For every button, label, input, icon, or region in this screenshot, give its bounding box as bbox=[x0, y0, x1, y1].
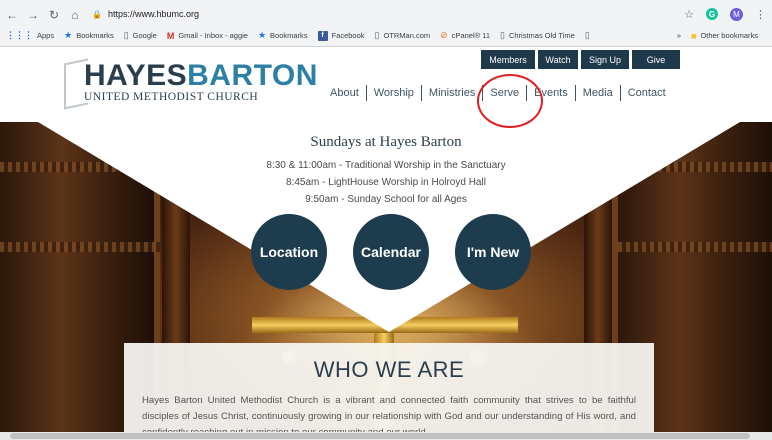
watch-button[interactable]: Watch bbox=[538, 50, 578, 69]
nav-events[interactable]: Events bbox=[527, 87, 575, 99]
bookmark-item[interactable]: ⋮⋮⋮ Apps bbox=[6, 30, 54, 41]
bookmark-label: OTRMan.com bbox=[383, 31, 431, 40]
main-nav: About Worship Ministries Serve Events Me… bbox=[323, 85, 673, 101]
scrollbar-thumb[interactable] bbox=[10, 433, 750, 439]
url-text[interactable]: https://www.hbumc.org bbox=[108, 9, 199, 19]
folder-icon: ■ bbox=[691, 30, 697, 41]
who-we-are-title: WHO WE ARE bbox=[313, 357, 465, 382]
gmail-icon: M bbox=[166, 30, 175, 41]
bookmark-item[interactable]: ★ Bookmarks bbox=[258, 30, 308, 41]
page-icon: ▯ bbox=[374, 30, 380, 40]
utility-nav: Members Watch Sign Up Give bbox=[481, 50, 680, 69]
hero-section: Sundays at Hayes Barton 8:30 & 11:00am -… bbox=[0, 122, 772, 440]
page-icon: ▯ bbox=[584, 30, 590, 40]
bookmark-item[interactable]: ▯ bbox=[585, 30, 594, 41]
nav-ministries[interactable]: Ministries bbox=[422, 87, 482, 99]
lock-icon: 🔒 bbox=[92, 9, 102, 19]
page-icon: ▯ bbox=[500, 30, 505, 40]
bookmark-label: Google bbox=[132, 31, 157, 40]
service-time-line: 9:50am - Sunday School for all Ages bbox=[305, 194, 467, 205]
apps-grid-icon: ⋮⋮⋮ bbox=[6, 30, 33, 40]
church-logo[interactable]: HAYESBARTON UNITED METHODIST CHURCH bbox=[64, 57, 317, 112]
hero-title: Sundays at Hayes Barton bbox=[310, 134, 462, 150]
members-button[interactable]: Members bbox=[481, 50, 535, 69]
address-bar[interactable]: 🔒 https://www.hbumc.org bbox=[92, 4, 692, 24]
site-header: HAYESBARTON UNITED METHODIST CHURCH Memb… bbox=[0, 47, 772, 122]
bookmarks-overflow-button[interactable]: » bbox=[677, 31, 681, 40]
bookmark-item[interactable]: ▯ Google bbox=[124, 30, 157, 41]
horizontal-scrollbar[interactable] bbox=[0, 432, 772, 440]
other-bookmarks-folder[interactable]: ■ Other bookmarks bbox=[691, 31, 758, 41]
star-icon: ★ bbox=[64, 30, 73, 40]
facebook-icon: f bbox=[317, 30, 328, 41]
im-new-button[interactable]: I'm New bbox=[455, 214, 531, 290]
calendar-button[interactable]: Calendar bbox=[353, 214, 429, 290]
browser-toolbar: ← → ↻ ⌂ 🔒 https://www.hbumc.org ☆ G M ⋮ bbox=[0, 4, 772, 26]
sign-up-button[interactable]: Sign Up bbox=[581, 50, 629, 69]
bookmark-item[interactable]: ▯ OTRMan.com bbox=[375, 30, 431, 41]
cpanel-icon: ⊘ bbox=[440, 30, 448, 40]
service-time-line: 8:45am - LightHouse Worship in Holroyd H… bbox=[286, 177, 486, 188]
bookmark-item[interactable]: f Facebook bbox=[317, 30, 365, 41]
bookmark-star-icon[interactable]: ☆ bbox=[684, 8, 694, 21]
logo-subtitle: UNITED METHODIST CHURCH bbox=[84, 91, 259, 103]
bookmark-item[interactable]: ▯ Christmas Old Time bbox=[500, 30, 575, 41]
nav-serve[interactable]: Serve bbox=[483, 87, 526, 99]
bookmark-label: Facebook bbox=[331, 31, 365, 40]
nav-about[interactable]: About bbox=[323, 87, 366, 99]
bookmarks-bar: ⋮⋮⋮ Apps ★ Bookmarks ▯ Google M Gmail - Inbox -… bbox=[0, 25, 772, 46]
star-icon: ★ bbox=[257, 30, 267, 40]
bookmark-label: Apps bbox=[37, 31, 55, 40]
who-we-are-section: WHO WE ARE Hayes Barton United Methodist… bbox=[124, 343, 654, 440]
nav-contact[interactable]: Contact bbox=[621, 87, 673, 99]
website-viewport: HAYESBARTON UNITED METHODIST CHURCH Memb… bbox=[0, 47, 772, 440]
reload-icon[interactable]: ↻ bbox=[45, 6, 63, 24]
forward-arrow-icon[interactable]: → bbox=[24, 6, 42, 24]
bookmark-label: Gmail - Inbox - aggie bbox=[178, 31, 248, 40]
back-arrow-icon[interactable]: ← bbox=[3, 6, 21, 24]
bookmark-item[interactable]: ★ Bookmarks bbox=[64, 30, 114, 41]
page-icon: ▯ bbox=[123, 30, 129, 40]
menu-kebab-icon[interactable]: ⋮ bbox=[755, 8, 766, 21]
bookmark-item[interactable]: ⊘ cPanel® 11 bbox=[440, 30, 490, 41]
profile-avatar[interactable]: M bbox=[730, 7, 743, 21]
give-button[interactable]: Give bbox=[632, 50, 680, 69]
service-time-line: 8:30 & 11:00am - Traditional Worship in … bbox=[266, 160, 506, 171]
location-button[interactable]: Location bbox=[251, 214, 327, 290]
bookmark-label: Bookmarks bbox=[270, 31, 308, 40]
nav-media[interactable]: Media bbox=[576, 87, 620, 99]
nav-worship[interactable]: Worship bbox=[367, 87, 421, 99]
bookmark-label: cPanel® 11 bbox=[451, 31, 491, 40]
logo-name: HAYESBARTON bbox=[84, 59, 318, 92]
browser-chrome: ← → ↻ ⌂ 🔒 https://www.hbumc.org ☆ G M ⋮ … bbox=[0, 0, 772, 47]
grammarly-extension-icon[interactable]: G bbox=[706, 8, 718, 20]
bookmark-label: Bookmarks bbox=[76, 31, 114, 40]
bookmark-item[interactable]: M Gmail - Inbox - aggie bbox=[167, 31, 248, 41]
home-icon[interactable]: ⌂ bbox=[66, 6, 84, 24]
bookmark-label: Christmas Old Time bbox=[508, 31, 575, 40]
